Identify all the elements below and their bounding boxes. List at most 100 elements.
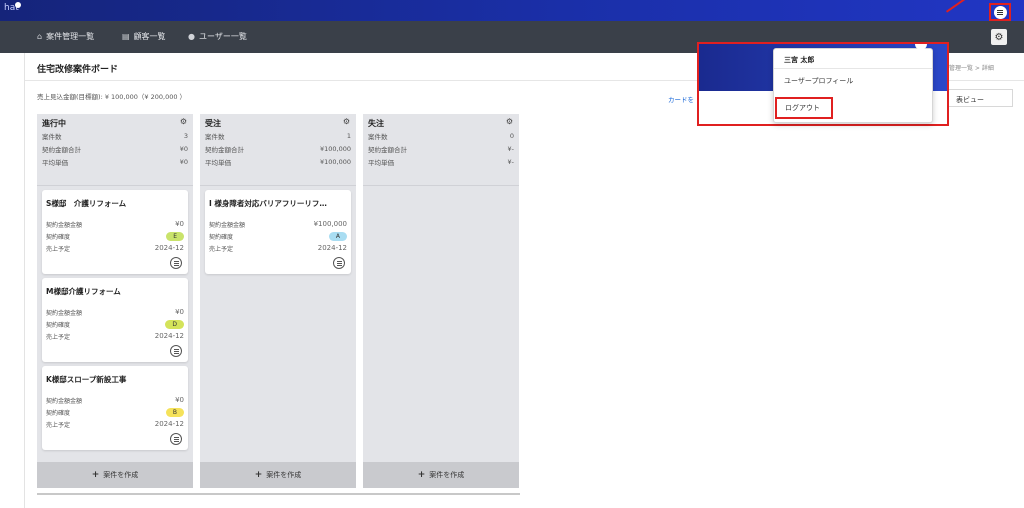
card-row: 契約金額金額 ¥0: [46, 394, 184, 406]
card-menu-icon[interactable]: [170, 257, 182, 269]
gear-icon[interactable]: ⚙: [506, 117, 513, 126]
stat-row: 案件数 3: [42, 129, 188, 142]
create-project-button[interactable]: + 案件を作成: [363, 462, 519, 488]
home-icon: ⌂: [37, 32, 43, 41]
stat-value: 3: [183, 131, 188, 140]
user-menu-button[interactable]: [989, 3, 1011, 21]
project-card[interactable]: K様邸スロープ新設工事 契約金額金額 ¥0 契約確度 B 売上予定 2024-12: [42, 366, 188, 450]
settings-button[interactable]: ⚙: [991, 29, 1007, 45]
table-view-button[interactable]: 表ビュー: [947, 89, 1013, 107]
card-link[interactable]: カードを: [668, 94, 694, 104]
column-body: S様邸 介護リフォーム 契約金額金額 ¥0 契約確度 E 売上予定 2024-12 M…: [37, 186, 193, 461]
stat-label: 契約金額合計: [42, 145, 81, 154]
plus-icon: +: [254, 470, 263, 480]
project-card[interactable]: I 様身障者対応バリアフリーリフ… 契約金額金額 ¥100,000 契約確度 A 売…: [205, 190, 351, 274]
plus-icon: +: [91, 470, 100, 480]
stat-label: 案件数: [368, 132, 388, 141]
plus-icon: +: [417, 470, 426, 480]
stat-row: 案件数 0: [368, 129, 514, 142]
stat-row: 契約金額合計 ¥0: [42, 142, 188, 155]
logo-mark-icon: [15, 2, 21, 8]
stat-row: 契約金額合計 ¥-: [368, 142, 514, 155]
board-column-lost: 失注 ⚙ 案件数 0 契約金額合計 ¥- 平均単価 ¥- + 案件を作成: [363, 114, 519, 488]
column-header: 進行中 ⚙ 案件数 3 契約金額合計 ¥0 平均単価 ¥0: [37, 114, 193, 186]
card-amount: ¥0: [175, 308, 184, 316]
card-label: 契約金額金額: [209, 221, 246, 229]
create-label: 案件を作成: [429, 471, 465, 479]
card-label: 契約確度: [46, 321, 71, 329]
sales-summary: 売上見込金額(目標額): ¥ 100,000（¥ 200,000 ）: [37, 93, 187, 101]
card-date: 2024-12: [154, 332, 184, 340]
nav-item-users[interactable]: ● ユーザー一覧: [188, 31, 247, 42]
create-project-button[interactable]: + 案件を作成: [37, 462, 193, 488]
nav-item-customers[interactable]: ▤ 顧客一覧: [122, 31, 166, 42]
stat-label: 平均単価: [205, 158, 231, 167]
nav-item-projects[interactable]: ⌂ 案件管理一覧: [37, 31, 94, 42]
card-label: 契約確度: [46, 233, 71, 241]
stat-label: 案件数: [205, 132, 225, 141]
certainty-badge: E: [166, 231, 184, 241]
stat-value: 0: [509, 131, 514, 140]
column-title: 受注: [205, 119, 221, 128]
create-label: 案件を作成: [103, 471, 139, 479]
certainty-badge: A: [328, 231, 347, 241]
stat-value: ¥-: [507, 157, 514, 166]
card-menu-icon[interactable]: [333, 257, 345, 269]
breadcrumb[interactable]: 件管理一覧 > 詳細: [943, 63, 994, 72]
board-column-won: 受注 ⚙ 案件数 1 契約金額合計 ¥100,000 平均単価 ¥100,000 I …: [200, 114, 356, 488]
card-title: I 様身障者対応バリアフリーリフ…: [209, 199, 327, 208]
card-label: 売上予定: [46, 333, 71, 341]
list-icon: ▤: [122, 32, 130, 41]
stat-label: 案件数: [42, 132, 62, 141]
stat-value: ¥0: [179, 144, 188, 153]
horizontal-scrollbar[interactable]: [37, 493, 520, 495]
card-row: 契約確度 B: [46, 406, 184, 418]
sidebar-divider: [24, 53, 25, 508]
card-menu-icon[interactable]: [170, 345, 182, 357]
card-menu-icon[interactable]: [170, 433, 182, 445]
card-row: 売上予定 2024-12: [46, 330, 184, 342]
card-amount: ¥100,000: [313, 220, 347, 228]
card-row: 契約金額金額 ¥0: [46, 306, 184, 318]
stat-value: 1: [346, 131, 351, 140]
card-label: 契約確度: [209, 233, 234, 241]
stat-value: ¥-: [507, 144, 514, 153]
card-title: S様邸 介護リフォーム: [46, 199, 127, 208]
certainty-badge: D: [165, 319, 184, 329]
card-title: M様邸介護リフォーム: [46, 287, 121, 296]
board-column-in-progress: 進行中 ⚙ 案件数 3 契約金額合計 ¥0 平均単価 ¥0 S様邸 介護リフォーム 契…: [37, 114, 193, 488]
user-icon: ●: [188, 32, 195, 41]
card-row: 契約確度 A: [209, 230, 347, 242]
create-project-button[interactable]: + 案件を作成: [200, 462, 356, 488]
card-row: 契約確度 E: [46, 230, 184, 242]
nav-label: ユーザー一覧: [198, 32, 247, 41]
stat-value: ¥100,000: [319, 144, 351, 153]
column-title: 失注: [368, 119, 384, 128]
stat-value: ¥100,000: [319, 157, 351, 166]
stat-row: 契約金額合計 ¥100,000: [205, 142, 351, 155]
nav-label: 顧客一覧: [133, 32, 166, 41]
column-header: 失注 ⚙ 案件数 0 契約金額合計 ¥- 平均単価 ¥-: [363, 114, 519, 186]
card-row: 契約金額金額 ¥100,000: [209, 218, 347, 230]
card-amount: ¥0: [175, 220, 184, 228]
create-label: 案件を作成: [266, 471, 302, 479]
gear-icon[interactable]: ⚙: [180, 117, 187, 126]
card-row: 契約金額金額 ¥0: [46, 218, 184, 230]
card-row: 契約確度 D: [46, 318, 184, 330]
profile-menu-item[interactable]: ユーザープロフィール: [774, 69, 932, 93]
stat-label: 平均単価: [368, 158, 394, 167]
stat-label: 契約金額合計: [205, 145, 244, 154]
hamburger-icon: [993, 5, 1007, 19]
card-date: 2024-12: [154, 420, 184, 428]
stat-label: 契約金額合計: [368, 145, 407, 154]
logout-menu-item[interactable]: ログアウト: [775, 97, 833, 119]
card-label: 契約金額金額: [46, 397, 83, 405]
card-label: 契約確度: [46, 409, 71, 417]
gear-icon[interactable]: ⚙: [343, 117, 350, 126]
card-label: 売上予定: [46, 421, 71, 429]
project-card[interactable]: M様邸介護リフォーム 契約金額金額 ¥0 契約確度 D 売上予定 2024-12: [42, 278, 188, 362]
stat-row: 平均単価 ¥0: [42, 155, 188, 168]
stat-row: 平均単価 ¥-: [368, 155, 514, 168]
project-card[interactable]: S様邸 介護リフォーム 契約金額金額 ¥0 契約確度 E 売上予定 2024-12: [42, 190, 188, 274]
card-row: 売上予定 2024-12: [209, 242, 347, 254]
